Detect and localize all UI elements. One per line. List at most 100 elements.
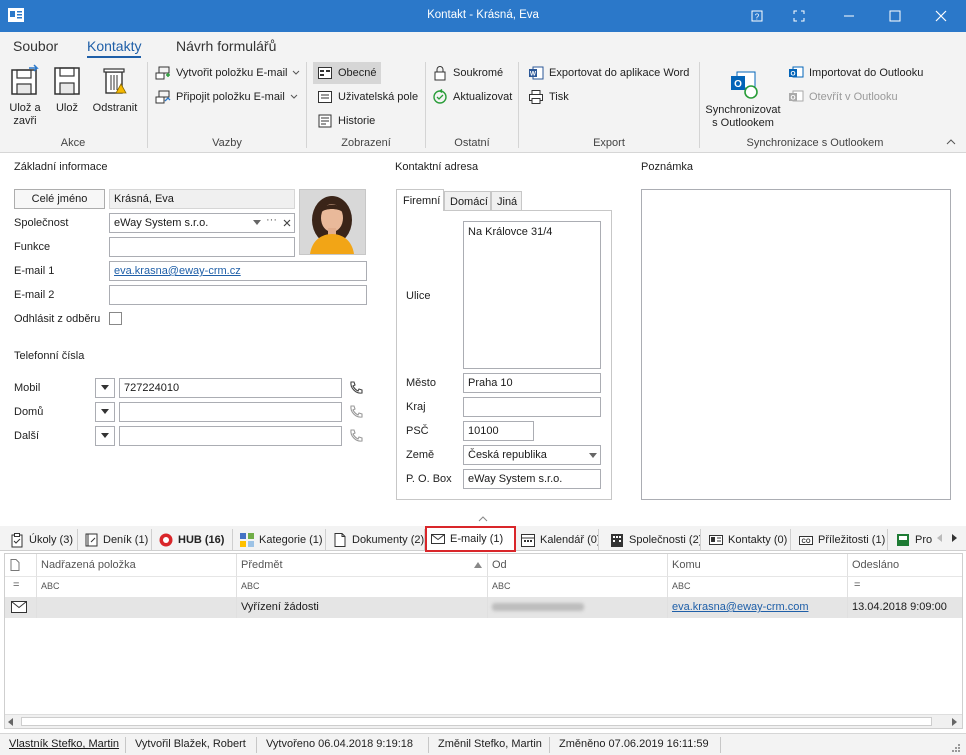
chevron-right-icon[interactable] [951, 534, 957, 542]
mobile-type-dropdown[interactable] [95, 378, 115, 398]
address-tab-domaci[interactable]: Domácí [444, 191, 491, 211]
status-created-by: Vytvořil Blažek, Robert [135, 738, 246, 750]
fullscreen-button[interactable] [776, 0, 822, 32]
chevron-down-icon [101, 385, 109, 390]
update-button[interactable]: Aktualizovat [432, 86, 512, 108]
view-user-fields-button[interactable]: Uživatelská pole [317, 86, 418, 108]
ribbon-separator [147, 62, 148, 148]
tab-soubor[interactable]: Soubor [13, 38, 58, 54]
chevron-down-icon[interactable] [253, 220, 261, 226]
related-items-tabs: Úkoly (3) Deník (1) HUB (16) Kategorie (… [0, 526, 966, 552]
tab-journal[interactable]: Deník (1) [80, 529, 152, 550]
scrollbar-thumb[interactable] [21, 717, 932, 726]
tab-tasks[interactable]: Úkoly (3) [6, 529, 78, 550]
tab-navrh-formularu[interactable]: Návrh formulářů [176, 38, 276, 54]
filter-subject[interactable]: ABC [237, 576, 488, 597]
chevron-left-icon[interactable] [937, 534, 943, 542]
phone-icon[interactable] [348, 380, 364, 396]
email1-link[interactable]: eva.krasna@eway-crm.cz [114, 265, 241, 277]
fullname-button[interactable]: Celé jméno [14, 189, 105, 209]
open-outlook-button[interactable]: O Otevřít v Outlooku [788, 86, 898, 108]
city-field[interactable]: Praha 10 [463, 373, 601, 393]
filter-equals-icon[interactable]: = [5, 576, 37, 597]
private-button[interactable]: Soukromé [432, 62, 503, 84]
tab-contacts[interactable]: Kontakty (0) [705, 529, 791, 550]
home-type-dropdown[interactable] [95, 402, 115, 422]
maximize-button[interactable] [872, 0, 918, 32]
view-general-button[interactable]: Obecné [313, 62, 381, 84]
address-tab-jina[interactable]: Jiná [491, 191, 522, 211]
resize-grip-icon[interactable] [950, 742, 960, 752]
fullname-field[interactable]: Krásná, Eva [109, 189, 295, 209]
unsubscribe-checkbox[interactable] [109, 312, 122, 325]
help-button[interactable]: ? [734, 0, 780, 32]
column-header-parent[interactable]: Nadřazená položka [37, 554, 237, 576]
clear-icon[interactable] [283, 219, 291, 227]
close-button[interactable] [918, 0, 964, 32]
note-heading: Poznámka [641, 161, 693, 173]
tab-hub-label: HUB (16) [178, 533, 225, 546]
update-label: Aktualizovat [453, 91, 513, 103]
column-header-to[interactable]: Komu [668, 554, 848, 576]
phone-icon[interactable] [348, 428, 364, 444]
column-header-subject[interactable]: Předmět [237, 554, 488, 576]
horizontal-scrollbar[interactable] [5, 714, 962, 728]
function-field[interactable] [109, 237, 295, 257]
country-dropdown[interactable]: Česká republika [463, 445, 601, 465]
tab-emails[interactable]: E-maily (1) [425, 526, 516, 552]
print-button[interactable]: Tisk [528, 86, 569, 108]
tab-contacts-label: Kontakty (0) [728, 533, 788, 546]
filter-from[interactable]: ABC [488, 576, 668, 597]
scroll-left-icon[interactable] [8, 718, 14, 726]
contact-photo[interactable] [299, 189, 366, 255]
region-label: Kraj [406, 401, 426, 413]
street-field[interactable]: Na Královce 31/4 [463, 221, 601, 369]
email2-field[interactable] [109, 285, 367, 305]
tab-projects[interactable]: Pro [892, 529, 932, 550]
create-email-button[interactable]: Vytvořit položku E-mail [155, 62, 300, 84]
tab-categories[interactable]: Kategorie (1) [236, 529, 326, 550]
phone-icon[interactable] [348, 404, 364, 420]
tab-opportunities[interactable]: CO Příležitosti (1) [795, 529, 888, 550]
home-field[interactable] [119, 402, 342, 422]
mobile-field[interactable]: 727224010 [119, 378, 342, 398]
save-button[interactable]: Ulož [50, 64, 84, 115]
chevron-down-icon[interactable] [589, 453, 597, 459]
sync-outlook-button[interactable]: O Synchronizovat s Outlookem [703, 68, 783, 130]
status-owner[interactable]: Vlastník Stefko, Martin [9, 738, 119, 750]
tab-documents[interactable]: Dokumenty (2) [329, 529, 425, 550]
tab-kontakty[interactable]: Kontakty [87, 38, 142, 58]
tab-companies[interactable]: Společnosti (2) [606, 529, 701, 550]
delete-button[interactable]: Odstranit [90, 64, 140, 115]
view-history-button[interactable]: Historie [317, 110, 375, 132]
export-word-button[interactable]: W Exportovat do aplikace Word [528, 62, 689, 84]
region-field[interactable] [463, 397, 601, 417]
print-label: Tisk [549, 91, 569, 103]
splitter-handle-icon[interactable] [478, 516, 488, 522]
printer-icon [529, 90, 543, 104]
other-field[interactable] [119, 426, 342, 446]
note-field[interactable] [641, 189, 951, 500]
scroll-right-icon[interactable] [951, 718, 957, 726]
email1-field[interactable]: eva.krasna@eway-crm.cz [109, 261, 367, 281]
minimize-button[interactable] [826, 0, 872, 32]
home-label: Domů [14, 406, 44, 418]
filter-sent-equals-icon[interactable]: = [848, 576, 962, 597]
tab-calendar[interactable]: Kalendář (0) [517, 529, 599, 550]
column-header-sent[interactable]: Odesláno [848, 554, 962, 576]
column-header-from[interactable]: Od [488, 554, 668, 576]
collapse-ribbon-icon[interactable] [946, 138, 956, 146]
zip-field[interactable]: 10100 [463, 421, 534, 441]
row-to-link[interactable]: eva.krasna@eway-crm.com [672, 601, 808, 613]
address-tab-firemni[interactable]: Firemní [396, 189, 444, 211]
pobox-field[interactable]: eWay System s.r.o. [463, 469, 601, 489]
column-header-type[interactable] [5, 554, 37, 576]
attach-email-button[interactable]: Připojit položku E-mail [155, 86, 298, 108]
other-type-dropdown[interactable] [95, 426, 115, 446]
save-close-button[interactable]: Ulož a zavři [6, 64, 44, 128]
filter-parent[interactable]: ABC [37, 576, 237, 597]
import-outlook-button[interactable]: O Importovat do Outlooku [788, 62, 923, 84]
filter-to[interactable]: ABC [668, 576, 848, 597]
tab-hub[interactable]: HUB (16) [155, 529, 233, 550]
ellipsis-icon[interactable]: ··· [266, 214, 277, 226]
